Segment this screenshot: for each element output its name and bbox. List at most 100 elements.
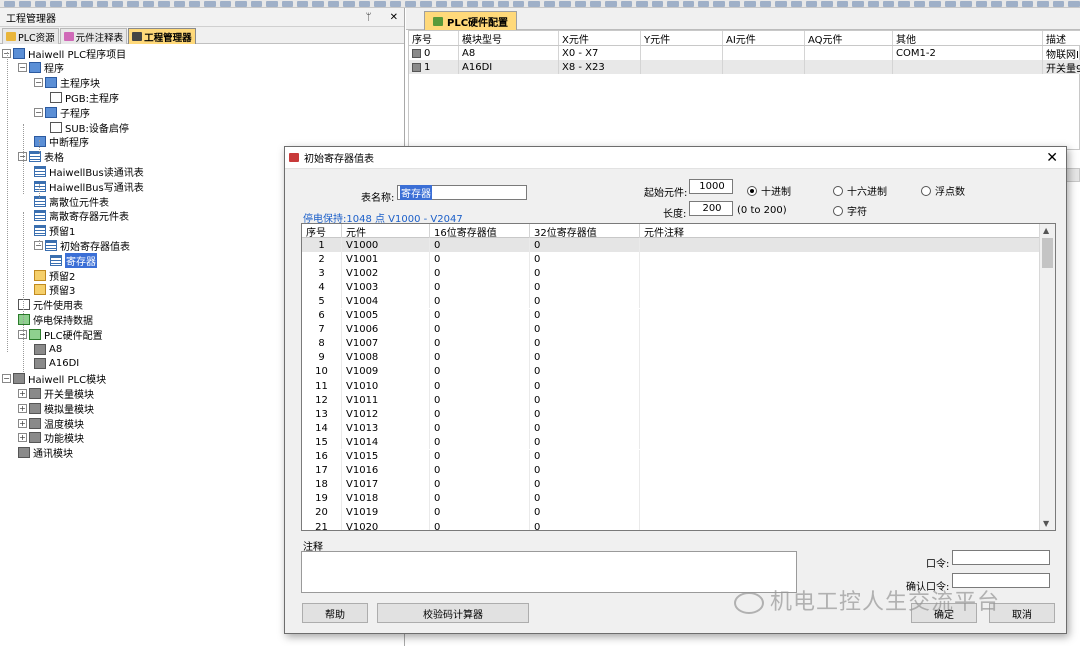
table-row[interactable]: 14 V1013 0 0 (302, 421, 1040, 436)
sub-block-node[interactable]: − 子程序 (34, 105, 90, 120)
table-cell[interactable] (640, 505, 1040, 520)
start-element-input[interactable]: 1000 (689, 179, 733, 194)
table-cell[interactable]: 0 (430, 393, 530, 408)
reserved-1-node[interactable]: 预留1 (34, 224, 75, 238)
table-cell[interactable]: 12 (302, 393, 342, 408)
table-cell[interactable]: 8 (302, 336, 342, 351)
toolbar-icon[interactable] (759, 1, 772, 7)
table-cell[interactable]: 0 (530, 252, 640, 267)
table-cell[interactable]: 0 (430, 435, 530, 450)
help-button[interactable]: 帮助 (302, 603, 368, 623)
toolbar-icon[interactable] (81, 1, 93, 7)
toolbar-icon[interactable] (543, 1, 556, 7)
column-header[interactable]: 16位寄存器值 (430, 224, 530, 239)
expand-icon[interactable]: + (18, 388, 27, 398)
toolbar-icon[interactable] (281, 1, 294, 7)
table-cell[interactable]: 0 (430, 421, 530, 436)
table-cell[interactable]: 4 (302, 280, 342, 295)
column-header[interactable]: 序号 (409, 31, 459, 45)
table-cell[interactable]: 19 (302, 491, 342, 506)
discrete-bit-table-node[interactable]: 离散位元件表 (34, 194, 109, 209)
table-cell[interactable]: 16 (302, 449, 342, 464)
radio-decimal[interactable]: 十进制 (747, 183, 791, 198)
toolbar-icon[interactable] (1037, 1, 1049, 7)
table-cell[interactable] (640, 379, 1040, 393)
toolbar-icon[interactable] (497, 1, 509, 7)
table-cell[interactable]: 0 (430, 449, 530, 464)
table-row[interactable]: 12 V1011 0 0 (302, 393, 1040, 408)
toolbar-icon[interactable] (312, 1, 324, 7)
discrete-register-table-node[interactable]: 离散寄存器元件表 (34, 209, 129, 223)
table-cell[interactable]: 0 (530, 294, 640, 309)
function-module-node[interactable]: + 功能模块 (18, 431, 84, 445)
table-row[interactable]: 21 V1020 0 0 (302, 520, 1040, 530)
column-header[interactable]: 元件 (342, 224, 430, 239)
toolbar-icon[interactable] (651, 1, 664, 7)
tables-node[interactable]: − 表格 (18, 150, 64, 164)
column-header[interactable]: 模块型号 (459, 31, 559, 45)
toolbar-icon[interactable] (358, 1, 371, 7)
table-cell[interactable]: 0 (430, 322, 530, 337)
radio-float[interactable]: 浮点数 (921, 183, 965, 198)
toolbar-icon[interactable] (235, 1, 247, 7)
toolbar-icon[interactable] (528, 1, 540, 7)
table-cell[interactable]: 0 (430, 294, 530, 309)
table-cell[interactable]: V1006 (342, 322, 430, 337)
table-row[interactable]: 3 V1002 0 0 (302, 266, 1040, 281)
toolbar-icon[interactable] (111, 1, 124, 7)
pin-icon[interactable]: ᛘ (366, 12, 372, 23)
table-cell[interactable]: 5 (302, 294, 342, 309)
toolbar-icon[interactable] (790, 1, 802, 7)
toolbar-icon[interactable] (836, 1, 849, 7)
toolbar-icon[interactable] (374, 1, 386, 7)
table-cell[interactable]: 0 (530, 491, 640, 506)
toolbar-icon[interactable] (620, 1, 633, 7)
table-cell[interactable] (640, 280, 1040, 295)
table-cell[interactable]: 0 (430, 308, 530, 323)
table-cell[interactable] (640, 252, 1040, 267)
table-cell[interactable]: 17 (302, 463, 342, 478)
comm-module-node[interactable]: 通讯模块 (18, 446, 73, 460)
toolbar-icon[interactable] (991, 1, 1003, 7)
toolbar-icon[interactable] (4, 1, 16, 7)
toolbar-icon[interactable] (482, 1, 494, 7)
table-row[interactable]: 19 V1018 0 0 (302, 491, 1040, 506)
table-cell[interactable]: V1018 (342, 491, 430, 506)
table-cell[interactable]: 0 (530, 449, 640, 464)
power-retention-node[interactable]: 停电保持数据 (18, 312, 93, 327)
table-row[interactable]: 4 V1003 0 0 (302, 280, 1040, 295)
interrupt-program-node[interactable]: 中断程序 (34, 135, 89, 149)
length-input[interactable]: 200 (689, 201, 733, 216)
table-cell[interactable]: 0 (530, 477, 640, 492)
toolbar-icon[interactable] (96, 1, 108, 7)
table-cell[interactable]: V1016 (342, 463, 430, 478)
toolbar-icon[interactable] (142, 1, 155, 7)
note-textarea[interactable] (301, 551, 797, 593)
toolbar-icon[interactable] (775, 1, 787, 7)
table-cell[interactable]: 15 (302, 435, 342, 450)
toolbar-icon[interactable] (435, 1, 448, 7)
toolbar-icon[interactable] (805, 1, 818, 7)
toolbar-icon[interactable] (173, 1, 186, 7)
table-cell[interactable] (640, 294, 1040, 309)
column-header[interactable]: 描述 (1043, 31, 1080, 46)
table-cell[interactable]: 6 (302, 308, 342, 323)
table-cell[interactable]: V1003 (342, 280, 430, 295)
table-cell[interactable]: V1005 (342, 308, 430, 323)
column-header[interactable]: 序号 (302, 224, 342, 239)
toolbar-icon[interactable] (389, 1, 401, 7)
table-cell[interactable] (640, 463, 1040, 478)
table-cell[interactable]: V1012 (342, 407, 430, 422)
toolbar-icon[interactable] (574, 1, 587, 7)
column-header[interactable]: 其他 (893, 31, 1043, 45)
table-cell[interactable]: 18 (302, 477, 342, 492)
table-cell[interactable]: 0 (430, 364, 530, 379)
table-cell[interactable]: V1000 (342, 238, 430, 252)
table-cell[interactable]: 0 (430, 520, 530, 530)
expand-icon[interactable]: + (18, 418, 27, 428)
toolbar-icon[interactable] (158, 1, 170, 7)
column-header[interactable]: 32位寄存器值 (530, 224, 640, 239)
hardware-row[interactable]: 1 A16DI X8 - X23 开关量9 (409, 60, 1080, 74)
table-cell[interactable] (640, 520, 1040, 530)
table-cell[interactable] (640, 364, 1040, 379)
